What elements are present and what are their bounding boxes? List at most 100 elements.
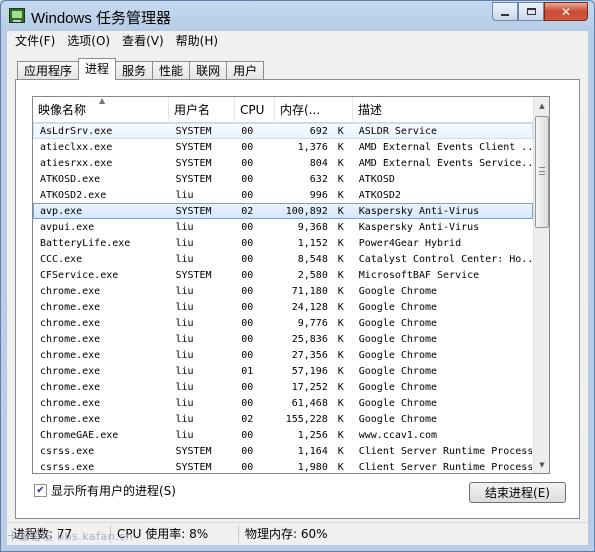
- cell-cpu: 00: [241, 221, 254, 233]
- cell-user-name: SYSTEM: [175, 141, 212, 153]
- table-row[interactable]: atiesrxx.exe SYSTEM 00 804 K AMD External Eve…: [33, 155, 533, 171]
- table-row[interactable]: ATKOSD2.exe liu 00 996 K ATKOSD2: [33, 187, 533, 203]
- cell-description: Google Chrome: [358, 397, 438, 409]
- tab-users[interactable]: 用户: [226, 61, 265, 80]
- table-row[interactable]: chrome.exe liu 02 155,228 K Google Chrome: [33, 411, 533, 427]
- table-row[interactable]: chrome.exe liu 00 25,836 K Google Chrome: [33, 331, 533, 347]
- tab-processes[interactable]: 进程: [78, 58, 117, 80]
- scroll-thumb[interactable]: [535, 116, 549, 228]
- cell-memory: 57,196: [291, 365, 328, 377]
- cell-memory: 100,892: [285, 205, 328, 217]
- table-row[interactable]: chrome.exe liu 00 61,468 K Google Chrome: [33, 395, 533, 411]
- processes-panel: ▲ 映像名称 用户名 CPU 内存(... 描述 AsLdrSrv.exe SYS…: [15, 79, 580, 519]
- cell-image-name: atieclxx.exe: [40, 141, 113, 153]
- title-bar[interactable]: Windows 任务管理器 ✕: [1, 1, 594, 31]
- table-row[interactable]: chrome.exe liu 01 57,196 K Google Chrome: [33, 363, 533, 379]
- cell-memory: 1,164: [297, 445, 328, 457]
- table-row[interactable]: AsLdrSrv.exe SYSTEM 00 692 K ASLDR Service: [33, 123, 533, 139]
- cell-memory: 1,980: [297, 461, 328, 473]
- menu-help[interactable]: 帮助(H): [170, 31, 224, 51]
- cell-memory-unit: K: [337, 413, 344, 425]
- table-row[interactable]: csrss.exe SYSTEM 00 1,980 K Client Server Run…: [33, 459, 533, 473]
- cell-memory-unit: K: [337, 141, 344, 153]
- column-cpu[interactable]: CPU: [235, 97, 275, 123]
- cell-image-name: chrome.exe: [40, 397, 101, 409]
- scroll-down-button[interactable]: ▼: [534, 456, 549, 473]
- cell-user-name: liu: [175, 253, 194, 265]
- show-all-users-checkbox[interactable]: ✔: [34, 484, 47, 497]
- table-row[interactable]: CCC.exe liu 00 8,548 K Catalyst Control Cente…: [33, 251, 533, 267]
- cell-memory: 17,252: [291, 381, 328, 393]
- cell-image-name: avpui.exe: [40, 221, 95, 233]
- cell-image-name: chrome.exe: [40, 413, 101, 425]
- cell-image-name: AsLdrSrv.exe: [40, 125, 113, 137]
- cell-memory-unit: K: [337, 397, 344, 409]
- table-row[interactable]: csrss.exe SYSTEM 00 1,164 K Client Server Run…: [33, 443, 533, 459]
- cell-image-name: ChromeGAE.exe: [40, 429, 119, 441]
- table-row[interactable]: ATKOSD.exe SYSTEM 00 632 K ATKOSD: [33, 171, 533, 187]
- table-row[interactable]: chrome.exe liu 00 27,356 K Google Chrome: [33, 347, 533, 363]
- maximize-button[interactable]: [518, 2, 544, 21]
- tab-networking[interactable]: 联网: [189, 61, 228, 80]
- cell-memory-unit: K: [337, 333, 344, 345]
- column-memory-label: 内存(...: [280, 103, 321, 117]
- cell-user-name: liu: [175, 189, 194, 201]
- cell-memory-unit: K: [337, 189, 344, 201]
- table-row[interactable]: chrome.exe liu 00 9,776 K Google Chrome: [33, 315, 533, 331]
- table-row[interactable]: avp.exe SYSTEM 02 100,892 K Kaspersky Anti-Vi…: [33, 203, 533, 219]
- column-memory[interactable]: 内存(...: [275, 97, 353, 123]
- scroll-down-icon: ▼: [539, 460, 545, 469]
- table-row[interactable]: chrome.exe liu 00 24,128 K Google Chrome: [33, 299, 533, 315]
- end-process-button[interactable]: 结束进程(E): [469, 482, 566, 503]
- tab-applications[interactable]: 应用程序: [17, 61, 80, 80]
- menu-view[interactable]: 查看(V): [116, 31, 170, 51]
- cell-cpu: 02: [241, 205, 254, 217]
- cell-description: Google Chrome: [358, 301, 438, 313]
- cell-user-name: liu: [175, 381, 194, 393]
- column-image-name[interactable]: ▲ 映像名称: [33, 97, 169, 123]
- table-row[interactable]: chrome.exe liu 00 71,180 K Google Chrome: [33, 283, 533, 299]
- cell-memory-unit: K: [337, 301, 344, 313]
- menu-file[interactable]: 文件(F): [9, 31, 61, 51]
- cell-user-name: liu: [175, 301, 194, 313]
- cell-description: AMD External Events Client ...: [358, 141, 533, 153]
- cell-description: ASLDR Service: [358, 125, 438, 137]
- task-manager-window: Windows 任务管理器 ✕ 文件(F) 选项(O) 查看(V) 帮助(H) …: [0, 0, 595, 552]
- table-row[interactable]: chrome.exe liu 00 17,252 K Google Chrome: [33, 379, 533, 395]
- tab-performance[interactable]: 性能: [152, 61, 191, 80]
- minimize-button[interactable]: [492, 2, 518, 21]
- cell-description: Google Chrome: [358, 285, 438, 297]
- scroll-up-button[interactable]: ▲: [534, 97, 549, 114]
- column-description-label: 描述: [358, 103, 383, 117]
- cell-memory: 71,180: [291, 285, 328, 297]
- cell-description: Google Chrome: [358, 365, 438, 377]
- menu-options[interactable]: 选项(O): [61, 31, 116, 51]
- table-row[interactable]: ChromeGAE.exe liu 00 1,256 Kwww.ccav1.com: [33, 427, 533, 443]
- cell-user-name: liu: [175, 349, 194, 361]
- process-list[interactable]: ▲ 映像名称 用户名 CPU 内存(... 描述 AsLdrSrv.exe SYS…: [32, 96, 550, 474]
- cell-user-name: SYSTEM: [175, 205, 212, 217]
- cell-cpu: 00: [241, 301, 254, 313]
- tab-strip: 应用程序 进程 服务 性能 联网 用户: [17, 58, 265, 80]
- show-all-users-option[interactable]: ✔ 显示所有用户的进程(S): [34, 482, 176, 499]
- table-row[interactable]: CFService.exe SYSTEM 00 2,580 K MicrosoftBAF …: [33, 267, 533, 283]
- column-user-name[interactable]: 用户名: [169, 97, 235, 123]
- tab-services[interactable]: 服务: [115, 61, 154, 80]
- cell-cpu: 00: [241, 349, 254, 361]
- cell-cpu: 00: [241, 269, 254, 281]
- cell-user-name: liu: [175, 333, 194, 345]
- cell-memory: 8,548: [297, 253, 328, 265]
- cell-image-name: BatteryLife.exe: [40, 237, 131, 249]
- close-button[interactable]: ✕: [544, 2, 588, 21]
- cell-description: Catalyst Control Center: Ho...: [358, 253, 533, 265]
- table-row[interactable]: avpui.exe liu 00 9,368 K Kaspersky Anti-Virus: [33, 219, 533, 235]
- vertical-scrollbar[interactable]: ▲ ▼: [533, 97, 549, 473]
- maximize-icon: [526, 8, 536, 15]
- cell-user-name: SYSTEM: [175, 461, 212, 473]
- table-row[interactable]: BatteryLife.exe liu 00 1,152 K Power4Gear Hyb…: [33, 235, 533, 251]
- cell-image-name: csrss.exe: [40, 445, 95, 457]
- table-row[interactable]: atieclxx.exe SYSTEM 00 1,376 K AMD External E…: [33, 139, 533, 155]
- cell-description: AMD External Events Service...: [358, 157, 533, 169]
- column-description[interactable]: 描述: [353, 97, 533, 123]
- cell-memory: 1,256: [297, 429, 328, 441]
